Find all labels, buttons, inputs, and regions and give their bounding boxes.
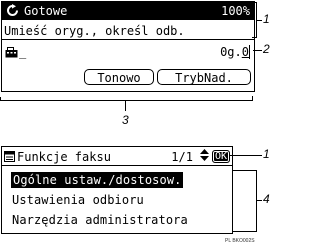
menu-list-icon	[4, 147, 16, 166]
message-row: Umieść oryg., określ odb.	[2, 22, 254, 40]
status-text: Gotowe	[24, 4, 68, 18]
refresh-icon	[6, 2, 20, 21]
original-count-cursor: 0	[241, 45, 250, 59]
ok-button[interactable]: OK	[211, 150, 230, 163]
callout-4: 4	[263, 192, 270, 206]
fax-icon	[5, 43, 19, 62]
message-text: Umieść oryg., określ odb.	[4, 23, 185, 38]
callout-1-tick	[252, 2, 257, 3]
menu-item-admin-tools[interactable]: Narzędzia administratora	[12, 213, 188, 227]
callout-1-bottom: 1	[263, 147, 270, 161]
fax-features-menu: Funkcje faksu 1/1 OK Ogólne ustaw./dosto…	[1, 146, 233, 234]
figure-code: PL BKO002S	[225, 238, 255, 244]
scroll-arrows-icon[interactable]	[199, 149, 209, 164]
callout-3: 3	[122, 113, 129, 127]
callout-4-bracket	[256, 170, 257, 232]
original-count: 0g.	[220, 45, 242, 59]
status-bar: Gotowe 100%	[2, 2, 254, 20]
memory-percent: 100%	[221, 4, 250, 18]
menu-title: Funkcje faksu	[17, 149, 111, 164]
menu-item-reception-settings[interactable]: Ustawienia odbioru	[12, 193, 144, 207]
on-hook-mode-button[interactable]: TrybNad.	[157, 69, 251, 85]
fax-display-initial: Gotowe 100% Umieść oryg., określ odb. _ …	[1, 1, 255, 92]
callout-2-leader	[253, 50, 262, 51]
input-cursor: _	[19, 45, 27, 59]
page-indicator: 1/1	[171, 149, 193, 164]
callout-1b-leader	[230, 155, 262, 156]
callout-2: 2	[263, 42, 270, 56]
menu-title-bar: Funkcje faksu 1/1 OK	[2, 148, 232, 166]
fax-entry-row: _ 0g. 0	[2, 43, 254, 61]
menu-item-general-settings[interactable]: Ogólne ustaw./dostosow.	[11, 172, 184, 188]
callout-1-top: 1	[263, 12, 270, 26]
tone-button[interactable]: Tonowo	[84, 69, 154, 85]
